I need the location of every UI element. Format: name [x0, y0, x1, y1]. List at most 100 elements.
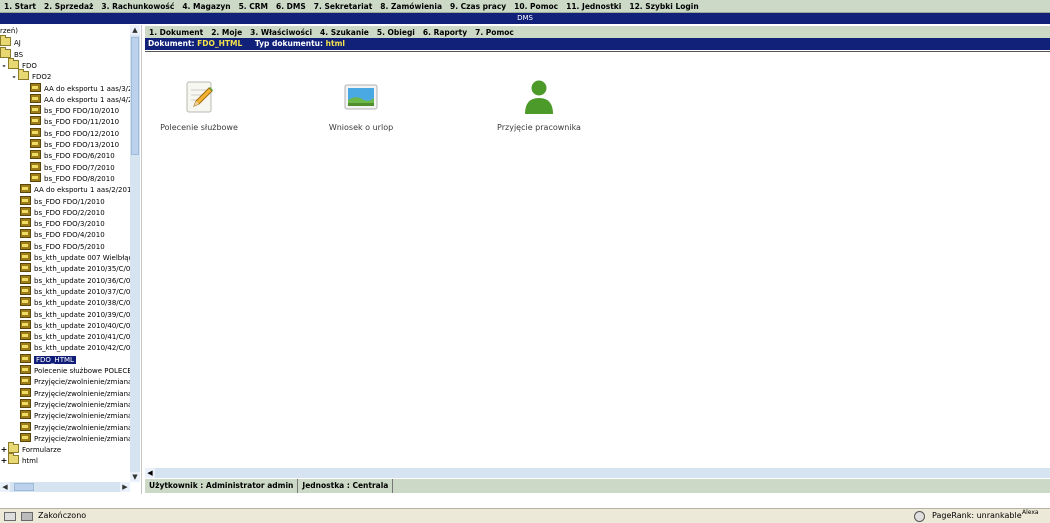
top-menu-item[interactable]: 1. Start [0, 2, 40, 11]
window-title: DMS [0, 13, 1050, 24]
document-info-bar: Dokument: FDO_HTML Typ dokumentu: html [145, 38, 1050, 50]
app-przyjecie-pracownika[interactable]: Przyjęcie pracownika [479, 79, 599, 132]
folder-icon [18, 69, 29, 81]
tree-item[interactable]: Przyjęcie/zwolnienie/zmiana w [20, 421, 141, 433]
top-menu-item[interactable]: 8. Zamówienia [376, 2, 446, 11]
tree-item[interactable]: bs_kth_update 2010/38/C/07/ [20, 297, 137, 308]
scroll-down-arrow-icon[interactable]: ▼ [130, 472, 140, 482]
tree-item[interactable]: bs_kth_update 2010/42/C/07/ [20, 342, 137, 353]
tree-item-label: bs_kth_update 2010/37/C/07/ [34, 287, 138, 296]
doc-menu-item[interactable]: 4. Szukanie [316, 28, 373, 37]
scroll-thumb[interactable] [131, 37, 139, 155]
top-menu-item[interactable]: 4. Magazyn [178, 2, 234, 11]
tree-item[interactable]: bs_kth_update 2010/37/C/07/ [20, 285, 138, 297]
tree-item-label: AA do eksportu 1 aas/2/2010 [34, 186, 136, 195]
app-polecenie-sluzbowe[interactable]: Polecenie służbowe [139, 79, 259, 132]
tree-item[interactable]: bs_kth_update 2010/40/C/07/ [20, 319, 138, 331]
tree-item[interactable]: bs_kth_update 2010/39/C/07/ [20, 308, 137, 320]
top-menu-item[interactable]: 10. Pomoc [510, 2, 562, 11]
tree-item-label: Formularze [22, 446, 62, 455]
top-menu-item[interactable]: 7. Sekretariat [310, 2, 377, 11]
tree-item[interactable]: bs_FDO FDO/3/2010 [20, 218, 105, 229]
top-menu-item[interactable]: 9. Czas pracy [446, 2, 510, 11]
scroll-left-arrow-icon[interactable]: ◀ [0, 482, 10, 492]
tree-item-label: AA do eksportu 1 aas/3/20 [44, 84, 137, 93]
tree-item[interactable]: Przyjęcie/zwolnienie/zmiana w [20, 376, 140, 387]
document-icon [30, 82, 41, 92]
tree-item[interactable]: Przyjęcie/zwolnienie/zmiana w [20, 432, 141, 444]
tree-item-label: Przyjęcie/zwolnienie/zmiana w [34, 400, 141, 409]
tree-item[interactable]: bs_kth_update 007 Wielbłąd/4 [20, 252, 140, 263]
page-icon [4, 512, 16, 521]
document-icon [30, 127, 41, 137]
tree-item[interactable]: Polecenie służbowe POLECENI [20, 365, 139, 376]
tree-item[interactable]: bs_FDO FDO/13/2010 [30, 139, 119, 150]
tree-item[interactable]: bs_FDO FDO/1/2010 [20, 195, 105, 207]
tree-item-label: bs_kth_update 2010/41/C/07/ [34, 333, 138, 342]
tree-item-label: bs_FDO FDO/12/2010 [44, 129, 120, 138]
tree-item[interactable]: bs_FDO FDO/6/2010 [30, 150, 115, 161]
scroll-left-arrow-icon[interactable]: ◀ [145, 468, 155, 478]
tree-item[interactable]: bs_FDO FDO/8/2010 [30, 172, 115, 184]
tree-item[interactable]: bs_FDO FDO/12/2010 [30, 127, 120, 139]
scroll-up-arrow-icon[interactable]: ▲ [130, 25, 140, 35]
app-status-bar: Użytkownik : Administrator admin Jednost… [145, 479, 1050, 493]
scroll-thumb[interactable] [14, 483, 34, 491]
tree-horizontal-scrollbar[interactable]: ◀ ▶ [0, 482, 130, 492]
tree-item[interactable]: bs_FDO FDO/5/2010 [20, 240, 105, 252]
document-icon [20, 218, 31, 228]
app-label: Wniosek o urlop [328, 123, 394, 132]
tree-item[interactable]: Przyjęcie/zwolnienie/zmiana w [20, 410, 140, 421]
top-menu-item[interactable]: 6. DMS [272, 2, 310, 11]
top-menu-item[interactable]: 5. CRM [235, 2, 272, 11]
tree-item-label: bs_kth_update 2010/40/C/07/ [34, 321, 138, 330]
doc-menu-item[interactable]: 3. Właściwości [246, 28, 316, 37]
doc-menu-item[interactable]: 2. Moje [207, 28, 246, 37]
top-menu-item[interactable]: 3. Rachunkowość [97, 2, 178, 11]
top-menu-item[interactable]: 12. Szybki Login [625, 2, 702, 11]
tree-item[interactable]: bs_kth_update 2010/41/C/07/ [20, 331, 137, 342]
doc-menu-item[interactable]: 7. Pomoc [471, 28, 518, 37]
content-horizontal-scrollbar[interactable]: ◀ [145, 468, 1050, 478]
tree-item[interactable]: bs_FDO FDO/2/2010 [20, 206, 105, 218]
tree-item[interactable]: - FDO2 [10, 69, 51, 82]
top-menu-item[interactable]: 11. Jednostki [562, 2, 625, 11]
tree-item[interactable]: + html [0, 453, 38, 466]
tree-item[interactable]: Przyjęcie/zwolnienie/zmiana w [20, 398, 141, 410]
expand-icon[interactable]: + [0, 444, 8, 455]
document-icon [30, 139, 41, 148]
tree-item[interactable]: bs_FDO FDO/11/2010 [30, 116, 119, 127]
tree-item[interactable]: AA do eksportu 1 aas/3/20 [30, 82, 137, 94]
doc-menu-item[interactable]: 5. Obiegi [373, 28, 419, 37]
doc-menu-item[interactable]: 6. Raporty [419, 28, 471, 37]
doc-label: Dokument: [148, 39, 195, 48]
tree-item[interactable]: bs_FDO FDO/4/2010 [20, 229, 105, 240]
tree-item-label: rzeń) [0, 27, 19, 35]
tree-item[interactable]: bs_kth_update 2010/36/C/07/ [20, 274, 137, 286]
tree-item[interactable]: AA do eksportu 1 aas/2/2010 [20, 184, 136, 195]
top-menu-item[interactable]: 2. Sprzedaż [40, 2, 97, 11]
tree-item[interactable]: Przyjęcie/zwolnienie/zmiana w [20, 387, 140, 399]
document-icon [30, 172, 41, 182]
tree-item-label: FDO_HTML [34, 355, 76, 364]
document-icon [20, 274, 31, 284]
document-icon [20, 206, 31, 216]
scroll-right-arrow-icon[interactable]: ▶ [120, 482, 130, 492]
tree-item[interactable]: bs_FDO FDO/10/2010 [30, 105, 119, 116]
app-wniosek-o-urlop[interactable]: Wniosek o urlop [301, 79, 421, 132]
browser-status-text: Zakończono [38, 511, 87, 520]
tree-item[interactable]: bs_FDO FDO/7/2010 [30, 161, 115, 173]
collapse-icon[interactable]: - [10, 71, 18, 82]
doc-menu-item[interactable]: 1. Dokument [145, 28, 207, 37]
tree-item-label: bs_kth_update 2010/42/C/07/ [34, 344, 138, 353]
tree-item[interactable]: AA do eksportu 1 aas/4/20 [30, 93, 137, 105]
expand-icon[interactable]: + [0, 455, 8, 466]
document-tree: rzeń) AJ BS - FDO - FDO2 AA do eksportu 1 aas/3… [0, 25, 142, 494]
tree-item-label: Przyjęcie/zwolnienie/zmiana w [34, 434, 141, 443]
tree-item[interactable]: bs_kth_update 2010/35/C/07/ [20, 263, 137, 274]
tree-item[interactable]: FDO_HTML [20, 353, 76, 365]
tree-item-label: Przyjęcie/zwolnienie/zmiana w [34, 423, 141, 432]
page-gap [0, 494, 1050, 508]
document-icon [20, 342, 31, 352]
collapse-icon[interactable]: - [0, 60, 8, 71]
